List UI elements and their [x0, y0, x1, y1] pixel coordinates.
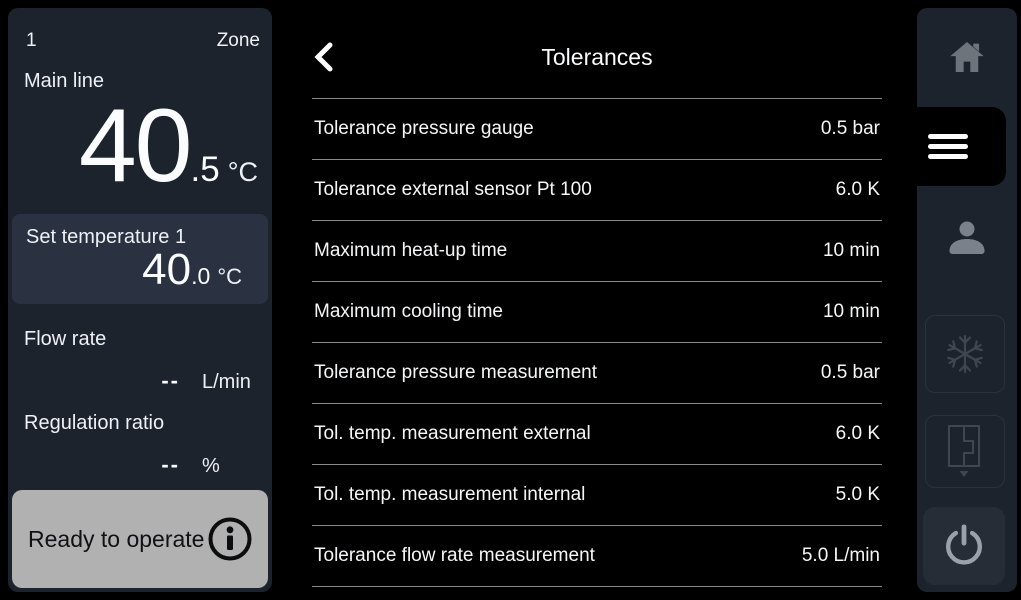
main-temperature-readout: 40.5°C	[79, 94, 258, 198]
circuit-select-button[interactable]	[925, 415, 1005, 488]
menu-icon	[928, 134, 968, 139]
zone-panel: 1 Zone Main line 40.5°C Set temperature …	[8, 8, 272, 592]
power-button[interactable]	[923, 507, 1005, 585]
tolerance-row-flow-rate-measurement[interactable]: Tolerance flow rate measurement 5.0 L/mi…	[312, 526, 882, 587]
tolerance-row-pressure-gauge[interactable]: Tolerance pressure gauge 0.5 bar	[312, 99, 882, 160]
status-label: Ready to operate	[28, 526, 204, 553]
power-icon	[941, 523, 987, 569]
flow-rate-value: -- L/min	[8, 370, 266, 392]
tolerance-value: 0.5 bar	[821, 118, 880, 140]
flow-diagram-icon	[947, 424, 983, 480]
nav-menu-button[interactable]	[890, 107, 1006, 186]
zone-label: Zone	[217, 30, 260, 52]
zone-header: 1 Zone	[26, 30, 260, 52]
tolerance-row-external-sensor[interactable]: Tolerance external sensor Pt 100 6.0 K	[312, 160, 882, 221]
set-temperature-value: 40.0 °C	[142, 248, 242, 292]
tolerance-value: 10 min	[823, 301, 880, 323]
chevron-left-icon	[312, 41, 342, 73]
tolerance-value: 6.0 K	[836, 423, 880, 445]
tolerance-value: 5.0 K	[836, 484, 880, 506]
flow-rate-unit: L/min	[202, 372, 251, 392]
tolerance-row-heatup-time[interactable]: Maximum heat-up time 10 min	[312, 221, 882, 282]
nav-user-button[interactable]	[917, 198, 1017, 278]
regulation-ratio-value: -- %	[8, 454, 266, 476]
page-header: Tolerances	[312, 0, 882, 99]
page-title: Tolerances	[312, 0, 882, 71]
regulation-ratio-number: --	[8, 454, 180, 476]
hmi-screen: 1 Zone Main line 40.5°C Set temperature …	[0, 0, 1021, 600]
tolerance-row-temp-measurement-internal[interactable]: Tol. temp. measurement internal 5.0 K	[312, 465, 882, 526]
regulation-ratio-label: Regulation ratio	[24, 412, 164, 435]
snowflake-icon	[943, 332, 987, 376]
set-temperature-card[interactable]: Set temperature 1 40.0°C	[12, 214, 268, 304]
tolerance-label: Tolerance external sensor Pt 100	[314, 179, 592, 201]
user-icon	[947, 219, 987, 257]
tolerances-page: Tolerances Tolerance pressure gauge 0.5 …	[312, 0, 882, 600]
tolerance-label: Tol. temp. measurement external	[314, 423, 591, 445]
tolerance-row-pressure-measurement[interactable]: Tolerance pressure measurement 0.5 bar	[312, 343, 882, 404]
tolerance-label: Maximum cooling time	[314, 301, 503, 323]
tolerance-value: 6.0 K	[836, 179, 880, 201]
tolerance-label: Tolerance pressure measurement	[314, 362, 597, 384]
tolerance-label: Tol. temp. measurement internal	[314, 484, 585, 506]
set-temp-unit: °C	[217, 264, 242, 289]
info-icon	[206, 515, 254, 563]
main-temp-integer: 40	[79, 88, 191, 204]
tolerances-list: Tolerance pressure gauge 0.5 bar Toleran…	[312, 99, 882, 587]
regulation-ratio-unit: %	[202, 456, 220, 476]
tolerance-value: 5.0 L/min	[802, 545, 880, 567]
main-temp-unit: °C	[228, 157, 258, 187]
tolerance-value: 0.5 bar	[821, 362, 880, 384]
nav-home-button[interactable]	[917, 10, 1017, 104]
zone-number: 1	[26, 30, 37, 52]
cooling-mode-button[interactable]	[925, 315, 1005, 393]
main-temp-decimal: .5	[191, 150, 220, 189]
status-ready-button[interactable]: Ready to operate	[12, 490, 268, 588]
tolerance-row-temp-measurement-external[interactable]: Tol. temp. measurement external 6.0 K	[312, 404, 882, 465]
set-temp-decimal: .0	[191, 263, 210, 289]
tolerance-label: Tolerance flow rate measurement	[314, 545, 595, 567]
tolerance-label: Tolerance pressure gauge	[314, 118, 534, 140]
set-temp-integer: 40	[142, 245, 191, 294]
flow-rate-number: --	[8, 370, 180, 392]
flow-rate-label: Flow rate	[24, 328, 106, 351]
tolerance-label: Maximum heat-up time	[314, 240, 507, 262]
tolerance-value: 10 min	[823, 240, 880, 262]
back-button[interactable]	[312, 40, 342, 74]
tolerance-row-cooling-time[interactable]: Maximum cooling time 10 min	[312, 282, 882, 343]
home-icon	[947, 37, 987, 77]
